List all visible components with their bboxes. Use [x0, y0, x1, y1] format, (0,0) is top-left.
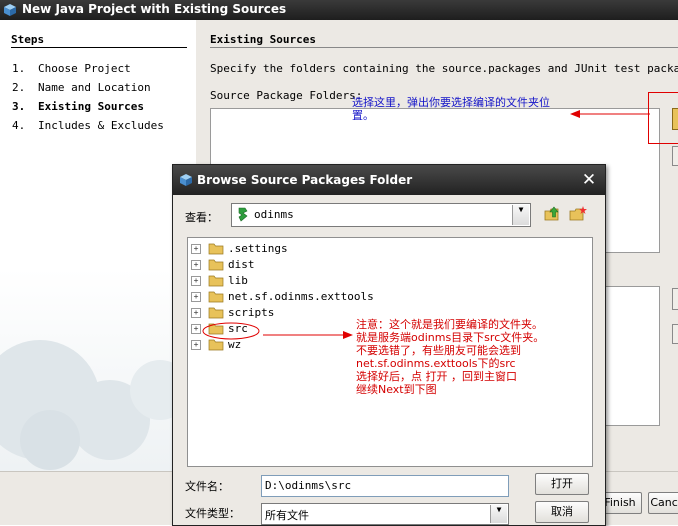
- open-button[interactable]: 打开: [535, 473, 589, 495]
- tree-item-label: lib: [228, 274, 248, 287]
- java-project-icon: [4, 4, 16, 16]
- step-includes-excludes: 4. Includes & Excludes: [12, 119, 164, 132]
- add-button-glyph: [672, 108, 678, 130]
- remove-test-folder-button[interactable]: [672, 324, 678, 344]
- steps-heading: Steps: [11, 33, 45, 46]
- expand-icon[interactable]: +: [191, 260, 201, 270]
- java-project-icon: [180, 174, 192, 186]
- tree-item-label: net.sf.odinms.exttools: [228, 290, 374, 303]
- window-title-bar: New Java Project with Existing Sources: [0, 0, 678, 20]
- annotation-src-note: 注意：这个就是我们要编译的文件夹。 就是服务端odinms目录下src文件夹。 …: [356, 318, 545, 396]
- tree-row[interactable]: + dist: [191, 257, 491, 273]
- dialog-title: Browse Source Packages Folder: [197, 173, 413, 187]
- tree-row[interactable]: + lib: [191, 273, 491, 289]
- folder-icon: [208, 275, 224, 287]
- step-name-location: 2. Name and Location: [12, 81, 151, 94]
- look-in-value: odinms: [254, 208, 294, 221]
- section-heading: Existing Sources: [210, 33, 316, 46]
- expand-icon[interactable]: +: [191, 244, 201, 254]
- expand-icon[interactable]: +: [191, 308, 201, 318]
- expand-icon[interactable]: +: [191, 340, 201, 350]
- file-name-label: 文件名：: [185, 480, 229, 493]
- chevron-down-icon[interactable]: ▼: [512, 205, 529, 225]
- expand-icon[interactable]: +: [191, 292, 201, 302]
- steps-divider: [11, 47, 187, 48]
- expand-icon[interactable]: +: [191, 276, 201, 286]
- tree-item-label: dist: [228, 258, 255, 271]
- tree-item-label: scripts: [228, 306, 275, 319]
- browse-folder-dialog: Browse Source Packages Folder ✕ 查看： odin…: [172, 164, 606, 526]
- step-existing-sources: 3. Existing Sources: [12, 100, 144, 113]
- annotation-arrow-src: [263, 331, 353, 339]
- close-icon[interactable]: ✕: [578, 169, 600, 191]
- annotation-arrow-top: [570, 110, 650, 118]
- annotation-src-ellipse: [202, 322, 260, 340]
- expand-icon[interactable]: +: [191, 324, 201, 334]
- section-divider: [210, 47, 678, 48]
- look-in-combo[interactable]: odinms ▼: [231, 203, 531, 227]
- project-folder-icon: [238, 207, 248, 222]
- dialog-title-bar: Browse Source Packages Folder ✕: [173, 165, 605, 195]
- add-test-folder-button[interactable]: [672, 288, 678, 310]
- annotation-top-note: 选择这里，弹出你要选择编译的文件夹位置。: [352, 96, 550, 122]
- decor-bubble: [20, 410, 80, 470]
- folder-icon: [208, 259, 224, 271]
- folder-icon: [208, 307, 224, 319]
- file-type-combo[interactable]: 所有文件 ▼: [261, 503, 509, 525]
- source-package-folders-label: Source Package Folders:: [210, 89, 363, 102]
- file-name-input[interactable]: D:\odinms\src: [261, 475, 509, 497]
- tree-row[interactable]: + .settings: [191, 241, 491, 257]
- tree-item-label: .settings: [228, 242, 288, 255]
- steps-panel: Steps 1. Choose Project 2. Name and Locati…: [0, 20, 196, 471]
- window-title: New Java Project with Existing Sources: [22, 2, 287, 16]
- cancel-button[interactable]: Cancel: [648, 492, 678, 514]
- new-folder-icon[interactable]: [569, 205, 587, 223]
- up-one-level-icon[interactable]: [543, 205, 561, 223]
- step-choose-project: 1. Choose Project: [12, 62, 131, 75]
- folder-icon: [208, 291, 224, 303]
- dialog-cancel-button[interactable]: 取消: [535, 501, 589, 523]
- folder-icon: [208, 243, 224, 255]
- tree-row[interactable]: + net.sf.odinms.exttools: [191, 289, 491, 305]
- file-type-label: 文件类型：: [185, 507, 240, 520]
- section-description: Specify the folders containing the sourc…: [210, 62, 678, 75]
- chevron-down-icon[interactable]: ▼: [490, 505, 507, 523]
- remove-folder-button[interactable]: [672, 146, 678, 166]
- look-in-label: 查看：: [185, 211, 218, 224]
